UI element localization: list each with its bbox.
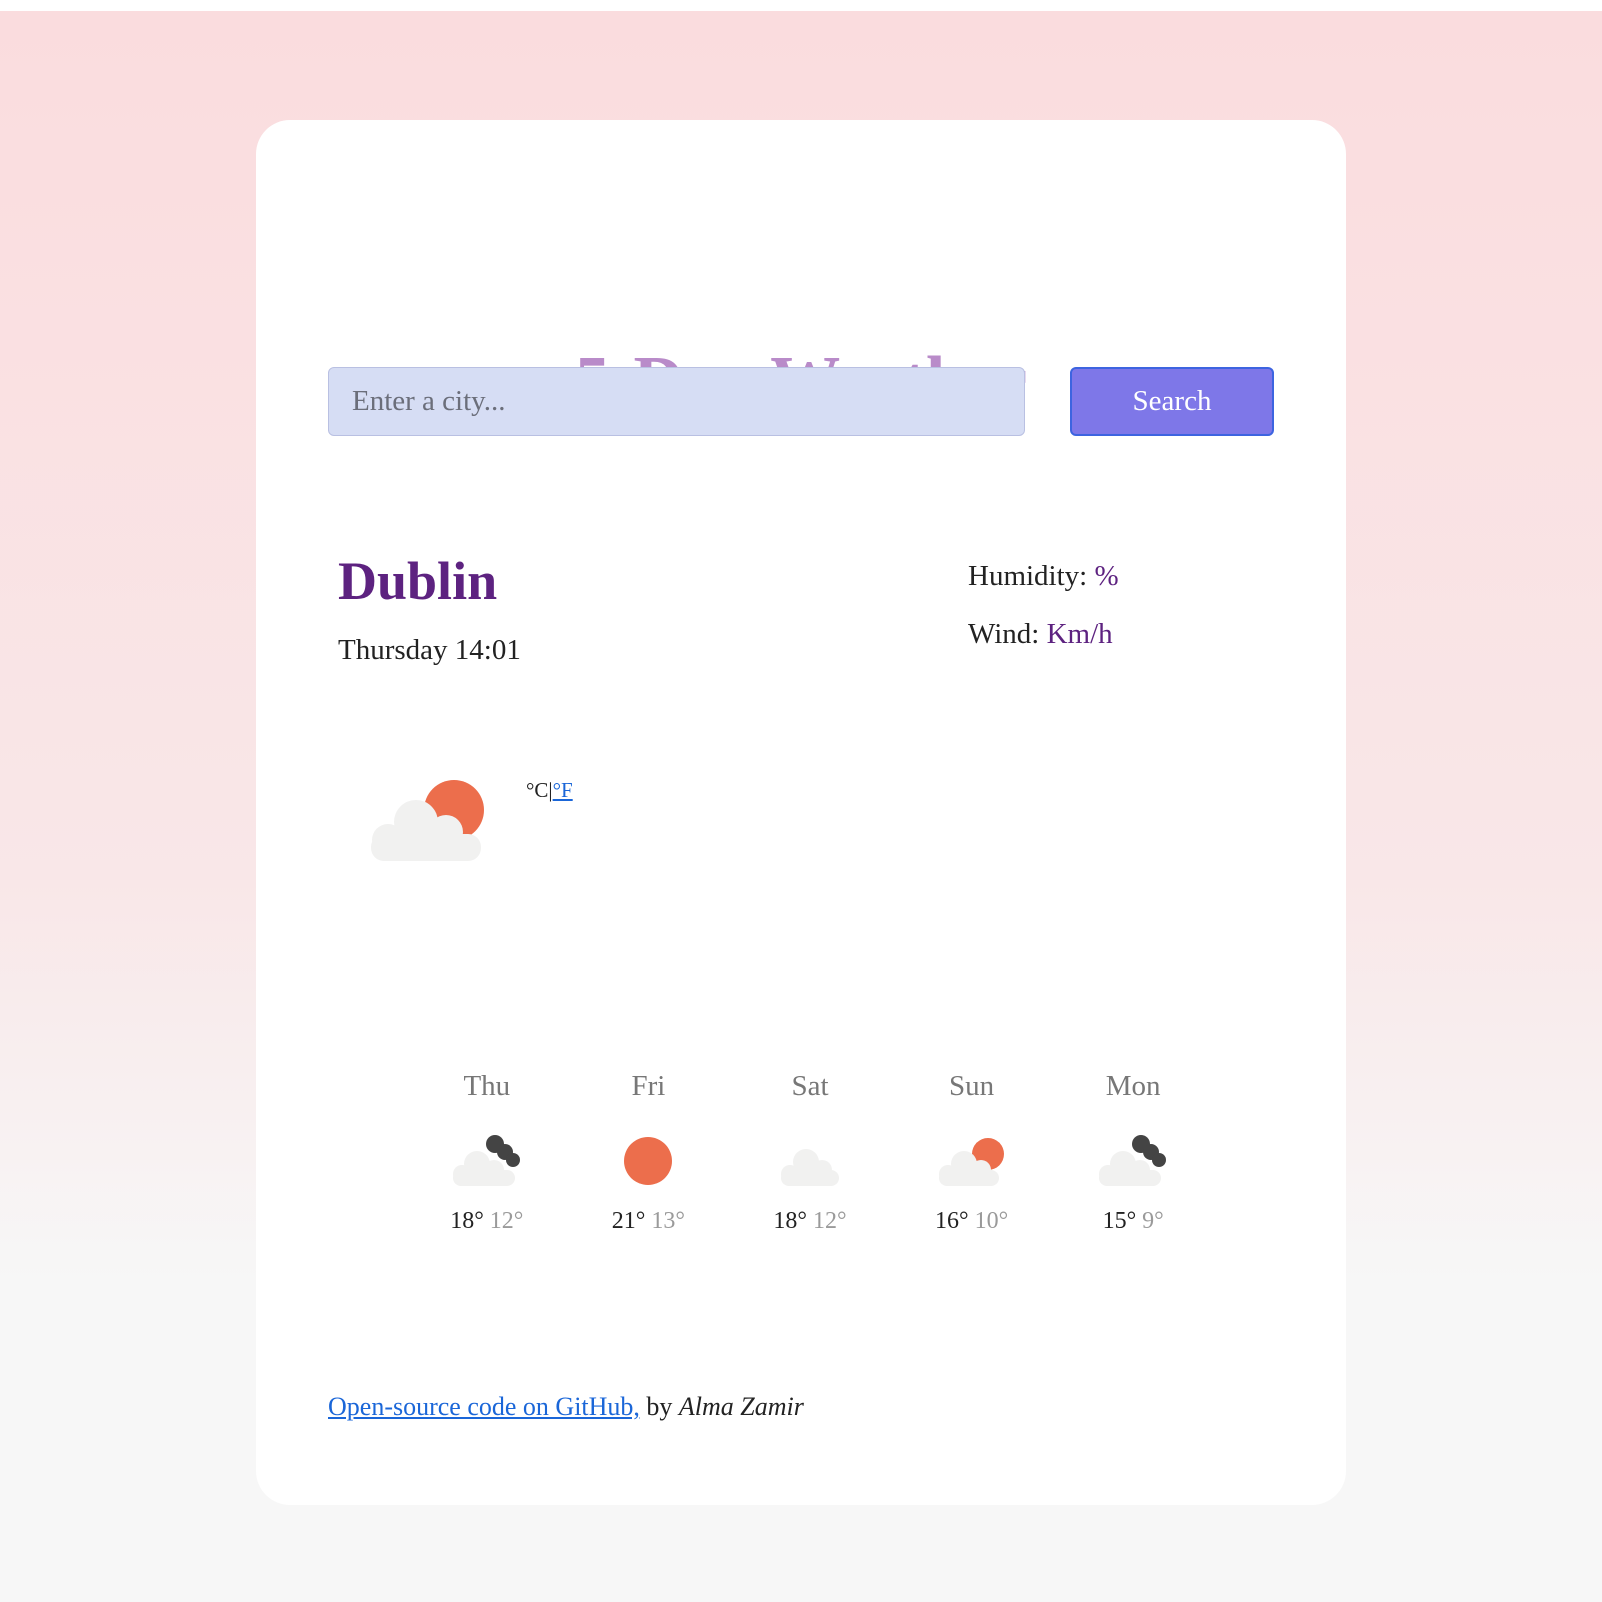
forecast-day-name: Sun: [949, 1070, 995, 1102]
forecast-day: Sat 18° 12°: [729, 1068, 891, 1235]
search-button[interactable]: Search: [1070, 367, 1274, 436]
celsius-unit: °C: [526, 778, 549, 802]
forecast-day-name: Thu: [463, 1070, 511, 1102]
fahrenheit-link[interactable]: °F: [553, 778, 573, 802]
unit-toggle: °C|°F: [526, 778, 573, 803]
wind-value: Km/h: [1046, 618, 1113, 650]
forecast-max: 18°: [773, 1208, 807, 1234]
forecast-list: Thu 18° 12° Fri 21° 13° Sat 18° 12° Sun: [406, 1068, 1214, 1235]
forecast-temps: 16° 10°: [891, 1208, 1053, 1235]
forecast-max: 21°: [611, 1208, 646, 1234]
humidity-value: %: [1094, 560, 1119, 592]
forecast-temps: 15° 9°: [1052, 1208, 1214, 1235]
forecast-min: 13°: [651, 1208, 685, 1234]
cloud-icon: [780, 1149, 839, 1186]
author-name: Alma Zamir: [678, 1392, 804, 1421]
github-link[interactable]: Open-source code on GitHub,: [328, 1392, 640, 1421]
forecast-day: Mon 15° 9°: [1052, 1068, 1214, 1235]
forecast-min: 9°: [1142, 1208, 1164, 1234]
top-bar: [0, 0, 1602, 11]
forecast-day: Sun 16° 10°: [891, 1068, 1053, 1235]
sun-icon: [624, 1137, 673, 1185]
forecast-max: 18°: [450, 1208, 484, 1234]
city-name: Dublin: [338, 551, 498, 611]
forecast-max: 16°: [934, 1208, 969, 1234]
forecast-temps: 18° 12°: [406, 1208, 568, 1235]
current-datetime: Thursday 14:01: [338, 634, 521, 666]
city-search-input[interactable]: [328, 367, 1025, 436]
humidity-row: Humidity: %: [968, 560, 1119, 593]
wind-row: Wind: Km/h: [968, 618, 1113, 651]
forecast-temps: 21° 13°: [568, 1208, 730, 1235]
weather-card: 5-Day Weather Search Dublin Thursday 14:…: [256, 120, 1346, 1505]
wind-label: Wind:: [968, 618, 1040, 650]
footer: Open-source code on GitHub, by Alma Zami…: [328, 1392, 804, 1422]
forecast-min: 12°: [812, 1208, 847, 1234]
partly-cloudy-day-icon: [371, 780, 484, 861]
forecast-max: 15°: [1102, 1208, 1137, 1234]
forecast-day: Fri 21° 13°: [568, 1068, 730, 1235]
forecast-min: 10°: [974, 1208, 1009, 1234]
forecast-temps: 18° 12°: [729, 1208, 891, 1235]
forecast-day-name: Fri: [631, 1070, 666, 1102]
forecast-day-name: Mon: [1105, 1070, 1161, 1102]
forecast-min: 12°: [489, 1208, 524, 1234]
partly-cloudy-night-icon: [452, 1135, 520, 1186]
footer-by-text: by: [639, 1392, 679, 1421]
partly-cloudy-day-icon: [938, 1138, 1004, 1186]
partly-cloudy-night-icon: [1099, 1135, 1167, 1186]
forecast-day: Thu 18° 12°: [406, 1068, 568, 1235]
forecast-day-name: Sat: [791, 1070, 829, 1102]
humidity-label: Humidity:: [968, 560, 1088, 592]
